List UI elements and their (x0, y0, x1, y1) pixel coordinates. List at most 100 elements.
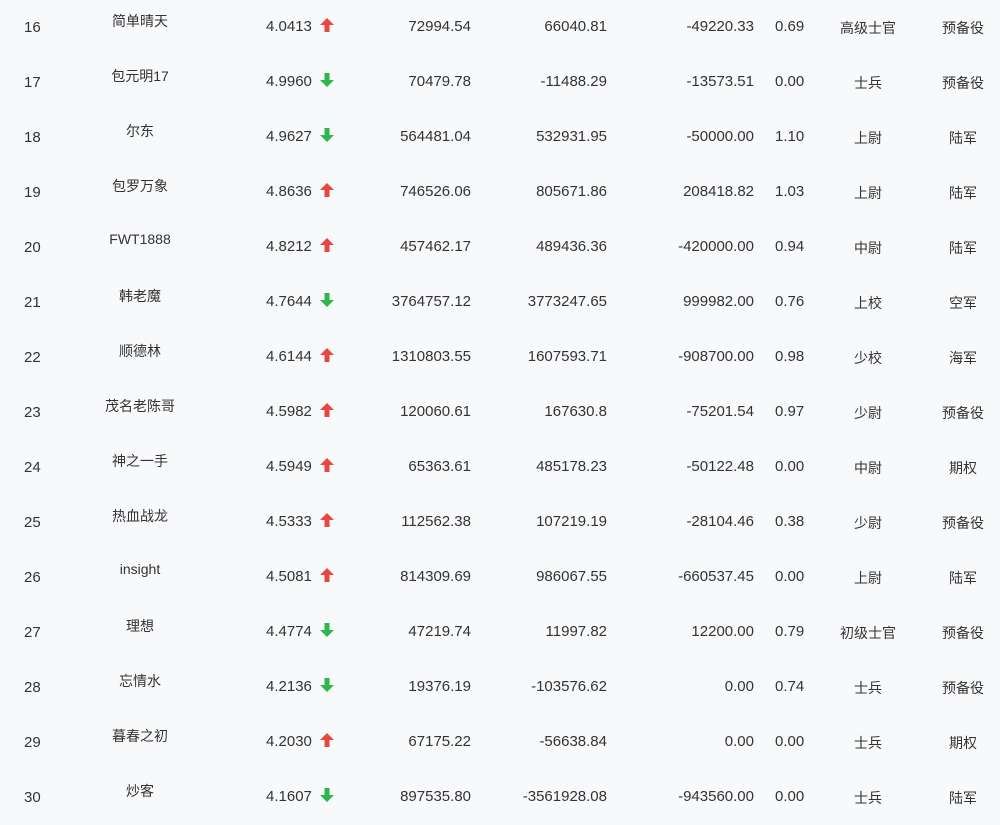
branch-label: 空军 (949, 295, 977, 311)
arrow-up-icon (320, 348, 334, 362)
branch-label: 陆军 (949, 790, 977, 806)
score-value: 4.4774 (266, 623, 312, 640)
rank-number: 28 (24, 679, 41, 696)
arrow-up-icon (320, 733, 334, 747)
score-value: 4.8636 (266, 183, 312, 200)
profit-value: -103576.62 (531, 678, 607, 695)
table-row: 24 神之一手 4.5949 65363.61 485178.23 -50122… (0, 440, 1000, 495)
military-rank-label: 士兵 (854, 75, 882, 91)
net-flow-value: -943560.00 (678, 788, 754, 805)
profit-value: -11488.29 (540, 73, 607, 90)
profit-value: 986067.55 (536, 568, 607, 585)
profit-value: -56638.84 (539, 733, 607, 750)
profit-value: 11997.82 (545, 623, 607, 640)
rank-number: 24 (24, 459, 41, 476)
table-row: 16 简单晴天 4.0413 72994.54 66040.81 -49220.… (0, 0, 1000, 55)
arrow-up-icon (320, 568, 334, 582)
total-assets-value: 1310803.55 (391, 348, 471, 365)
profit-value: 167630.8 (544, 403, 607, 420)
branch-label: 预备役 (942, 20, 984, 36)
total-assets-value: 65363.61 (408, 458, 471, 475)
military-rank-label: 上校 (854, 295, 882, 311)
military-rank-label: 初级士官 (840, 625, 896, 641)
table-row: 19 包罗万象 4.8636 746526.06 805671.86 20841… (0, 165, 1000, 220)
total-assets-value: 897535.80 (400, 788, 471, 805)
arrow-down-icon (320, 293, 334, 307)
score-value: 4.9627 (266, 128, 312, 145)
profit-value: 532931.95 (536, 128, 607, 145)
profit-value: 1607593.71 (527, 348, 607, 365)
user-name-link[interactable]: FWT1888 (70, 231, 210, 247)
branch-label: 海军 (949, 350, 977, 366)
branch-label: 陆军 (949, 130, 977, 146)
ratio-value: 0.97 (775, 403, 805, 420)
arrow-down-icon (320, 788, 334, 802)
ratio-value: 0.00 (775, 458, 805, 475)
branch-label: 预备役 (942, 680, 984, 696)
arrow-up-icon (320, 183, 334, 197)
net-flow-value: -660537.45 (678, 568, 754, 585)
total-assets-value: 19376.19 (408, 678, 471, 695)
table-row: 23 茂名老陈哥 4.5982 120060.61 167630.8 -7520… (0, 385, 1000, 440)
rank-number: 27 (24, 624, 41, 641)
branch-label: 预备役 (942, 75, 984, 91)
rank-number: 29 (24, 734, 41, 751)
table-row: 20 FWT1888 4.8212 457462.17 489436.36 -4… (0, 220, 1000, 275)
user-name-link[interactable]: 热血战龙 (70, 506, 210, 526)
user-name-link[interactable]: 包元明17 (70, 66, 210, 86)
net-flow-value: -75201.54 (686, 403, 754, 420)
net-flow-value: -50000.00 (686, 128, 754, 145)
arrow-down-icon (320, 623, 334, 637)
net-flow-value: -420000.00 (678, 238, 754, 255)
user-name-link[interactable]: 韩老魔 (70, 286, 210, 306)
user-name-link[interactable]: 炒客 (70, 781, 210, 801)
rank-number: 26 (24, 569, 41, 586)
user-name-link[interactable]: 暮春之初 (70, 726, 210, 746)
score-value: 4.9960 (266, 73, 312, 90)
user-name-link[interactable]: 简单晴天 (70, 11, 210, 31)
user-name-link[interactable]: 顺德林 (70, 341, 210, 361)
ratio-value: 0.00 (775, 788, 805, 805)
net-flow-value: 12200.00 (691, 623, 754, 640)
user-name-link[interactable]: 尔东 (70, 121, 210, 141)
user-name-link[interactable]: 理想 (70, 616, 210, 636)
score-value: 4.7644 (266, 293, 312, 310)
user-name-link[interactable]: 忘情水 (70, 671, 210, 691)
score-value: 4.2030 (266, 733, 312, 750)
arrow-up-icon (320, 403, 334, 417)
profit-value: 805671.86 (536, 183, 607, 200)
user-name-link[interactable]: insight (70, 561, 210, 577)
arrow-down-icon (320, 128, 334, 142)
score-value: 4.2136 (266, 678, 312, 695)
profit-value: 489436.36 (536, 238, 607, 255)
profit-value: -3561928.08 (522, 788, 607, 805)
arrow-down-icon (320, 73, 334, 87)
net-flow-value: -13573.51 (686, 73, 754, 90)
score-value: 4.0413 (266, 18, 312, 35)
user-name-link[interactable]: 茂名老陈哥 (70, 396, 210, 416)
total-assets-value: 70479.78 (408, 73, 471, 90)
arrow-up-icon (320, 458, 334, 472)
military-rank-label: 中尉 (854, 240, 882, 256)
military-rank-label: 士兵 (854, 735, 882, 751)
net-flow-value: -908700.00 (678, 348, 754, 365)
user-name-link[interactable]: 包罗万象 (70, 176, 210, 196)
military-rank-label: 少尉 (854, 405, 882, 421)
total-assets-value: 67175.22 (408, 733, 471, 750)
arrow-up-icon (320, 513, 334, 527)
score-value: 4.5949 (266, 458, 312, 475)
rank-number: 30 (24, 789, 41, 806)
branch-label: 陆军 (949, 240, 977, 256)
total-assets-value: 120060.61 (400, 403, 471, 420)
profit-value: 3773247.65 (527, 293, 607, 310)
arrow-up-icon (320, 238, 334, 252)
rank-number: 22 (24, 349, 41, 366)
net-flow-value: -50122.48 (686, 458, 754, 475)
user-name-link[interactable]: 神之一手 (70, 451, 210, 471)
table-row: 25 热血战龙 4.5333 112562.38 107219.19 -2810… (0, 495, 1000, 550)
table-row: 18 尔东 4.9627 564481.04 532931.95 -50000.… (0, 110, 1000, 165)
rank-number: 19 (24, 184, 41, 201)
ratio-value: 1.10 (775, 128, 805, 145)
table-row: 26 insight 4.5081 814309.69 986067.55 -6… (0, 550, 1000, 605)
table-row: 29 暮春之初 4.2030 67175.22 -56638.84 0.00 0… (0, 715, 1000, 770)
